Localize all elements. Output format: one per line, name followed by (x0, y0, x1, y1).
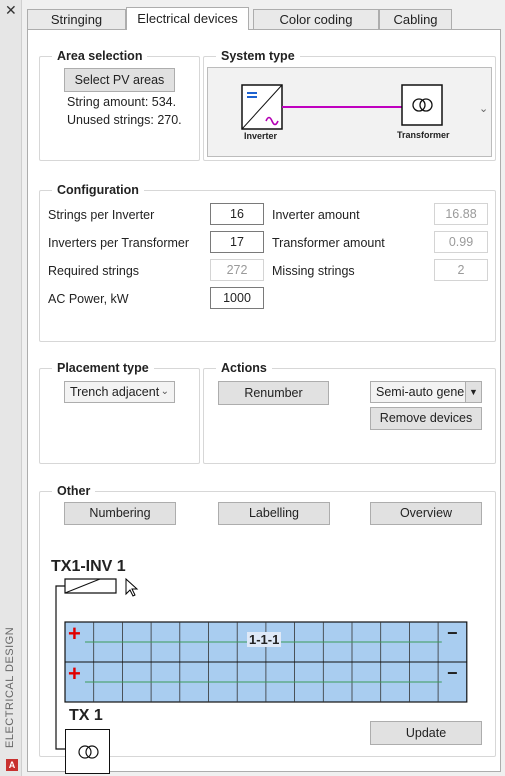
tab-color-coding[interactable]: Color coding (253, 9, 379, 30)
other-group: Other Numbering Labelling Overview TX1-I… (39, 484, 496, 774)
required-strings-label: Required strings (48, 264, 140, 278)
plus-terminal-bottom: + (68, 661, 81, 686)
system-type-title: System type (216, 49, 300, 63)
placement-type-title: Placement type (52, 361, 154, 375)
transformer-caption: Transformer (397, 130, 450, 140)
inverter-amount-label: Inverter amount (272, 208, 360, 222)
placement-type-select[interactable]: Trench adjacent ⌄ (64, 381, 175, 403)
tab-cabling[interactable]: Cabling (379, 9, 452, 30)
chevron-down-icon: ⌄ (160, 386, 169, 397)
transformer-preview-icon (65, 729, 110, 774)
unused-strings-text: Unused strings: 270. (67, 113, 182, 127)
close-icon[interactable]: ✕ (5, 3, 17, 17)
plus-terminal-top: + (68, 621, 81, 646)
ac-power-label: AC Power, kW (48, 292, 129, 306)
dropdown-arrow-icon[interactable]: ▼ (465, 382, 481, 402)
strings-per-inverter-input[interactable]: 16 (210, 203, 264, 225)
ac-power-input[interactable]: 1000 (210, 287, 264, 309)
area-selection-title: Area selection (52, 49, 148, 63)
inverter-icon (241, 84, 283, 130)
strings-per-inverter-label: Strings per Inverter (48, 208, 155, 222)
select-pv-areas-button[interactable]: Select PV areas (64, 68, 175, 92)
inverter-amount-field: 16.88 (434, 203, 488, 225)
transformer-amount-label: Transformer amount (272, 236, 385, 250)
missing-strings-field: 2 (434, 259, 488, 281)
missing-strings-label: Missing strings (272, 264, 355, 278)
tab-stringing[interactable]: Stringing (27, 9, 126, 30)
other-title: Other (52, 484, 96, 498)
transformer-name-label: TX 1 (69, 707, 103, 724)
minus-terminal-bottom: − (447, 663, 458, 683)
system-type-selector[interactable]: Inverter Transformer ⌄ (207, 67, 492, 157)
electrical-devices-panel: Area selection Select PV areas String am… (27, 29, 501, 774)
transformer-amount-field: 0.99 (434, 231, 488, 253)
minus-terminal-top: − (447, 623, 458, 643)
chevron-down-icon[interactable]: ⌄ (479, 102, 488, 115)
generation-mode-select[interactable]: Semi-auto gener ▼ (370, 381, 482, 403)
numbering-button[interactable]: Numbering (64, 502, 176, 525)
configuration-title: Configuration (52, 183, 144, 197)
required-strings-field: 272 (210, 259, 264, 281)
remove-devices-button[interactable]: Remove devices (370, 407, 482, 430)
string-amount-text: String amount: 534. (67, 95, 177, 109)
app-logo-icon: A (6, 759, 18, 771)
string-number-label: 1-1-1 (247, 632, 282, 647)
side-panel-strip: ✕ ELECTRICAL DESIGN A (0, 0, 22, 776)
panel-vertical-title: ELECTRICAL DESIGN (4, 626, 16, 748)
placement-type-group: Placement type Trench adjacent ⌄ (39, 361, 200, 464)
inverter-caption: Inverter (244, 131, 278, 141)
actions-group: Actions Renumber Semi-auto gener ▼ Remov… (203, 361, 496, 464)
configuration-group: Configuration Strings per Inverter 16 In… (39, 183, 496, 342)
update-button[interactable]: Update (370, 721, 482, 745)
area-selection-group: Area selection Select PV areas String am… (39, 49, 200, 161)
renumber-button[interactable]: Renumber (218, 381, 329, 405)
tab-electrical-devices[interactable]: Electrical devices (126, 7, 249, 30)
overview-button[interactable]: Overview (370, 502, 482, 525)
generation-mode-value: Semi-auto gener (376, 385, 469, 399)
placement-type-value: Trench adjacent (70, 385, 160, 399)
actions-title: Actions (216, 361, 272, 375)
inverters-per-transformer-label: Inverters per Transformer (48, 236, 190, 250)
labelling-button[interactable]: Labelling (218, 502, 330, 525)
inverters-per-transformer-input[interactable]: 17 (210, 231, 264, 253)
transformer-icon (401, 84, 443, 126)
